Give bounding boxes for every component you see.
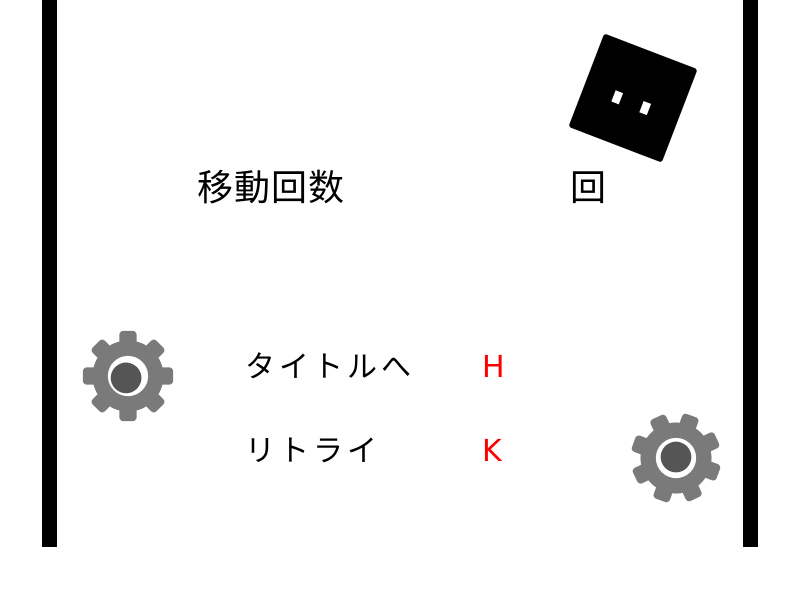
gear-icon: [631, 413, 721, 503]
gear-icon: [82, 330, 174, 422]
move-count-label: 移動回数: [197, 168, 346, 209]
move-count-unit: 回: [570, 168, 607, 209]
menu-key-hint-title: H: [482, 350, 505, 385]
menu-item-retry[interactable]: リトライ: [245, 432, 381, 472]
game-screen: 移動回数 回 タイトルへ H リトライ K: [0, 0, 800, 600]
menu-key-hint-retry: K: [482, 434, 502, 469]
right-wall: [743, 0, 758, 547]
left-wall: [42, 0, 57, 547]
menu-item-title[interactable]: タイトルへ: [245, 348, 415, 388]
player-character-icon: [568, 33, 698, 163]
player-right-eye: [639, 101, 652, 116]
player-left-eye: [611, 90, 624, 105]
